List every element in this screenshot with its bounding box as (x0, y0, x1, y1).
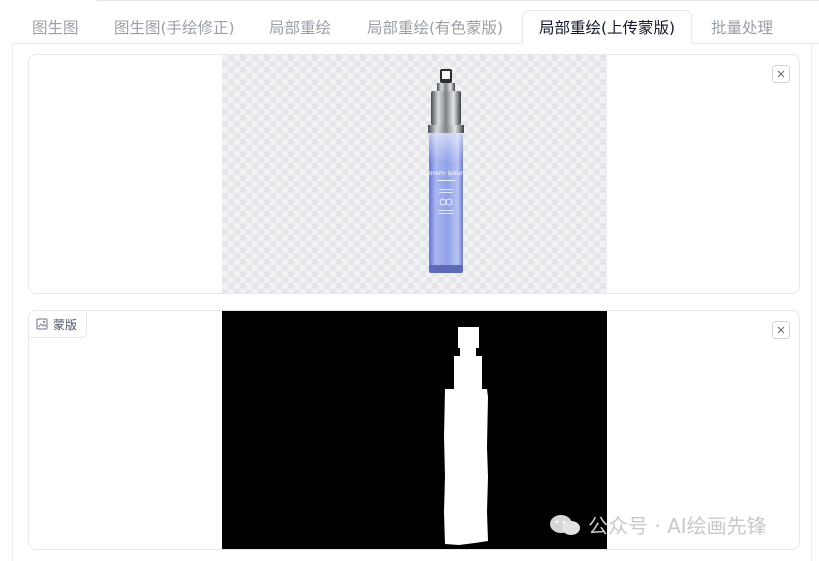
tab-inpaint-color-mask[interactable]: 局部重绘(有色蒙版) (367, 12, 503, 44)
close-icon (777, 70, 785, 78)
mask-silhouette (444, 327, 488, 545)
remove-image-button[interactable] (772, 65, 790, 83)
content-right-border (811, 43, 812, 561)
source-image-panel[interactable]: Lorem ipsum (28, 54, 800, 294)
bottle-label-text: Lorem ipsum (425, 169, 467, 177)
watermark: 公众号 · AI绘画先锋 (548, 510, 767, 539)
tab-img2img-sketch[interactable]: 图生图(手绘修正) (114, 12, 235, 44)
remove-mask-button[interactable] (772, 321, 790, 339)
tab-inpaint[interactable]: 局部重绘 (269, 12, 331, 44)
wechat-icon (550, 514, 580, 535)
content-left-border (12, 43, 13, 561)
mask-label-badge: 蒙版 (29, 311, 88, 338)
mask-badge-label: 蒙版 (53, 317, 78, 332)
tab-img2img[interactable]: 图生图 (32, 12, 79, 44)
product-bottle-image: Lorem ipsum (425, 69, 467, 273)
image-icon (36, 318, 48, 330)
tab-bar: 图生图 图生图(手绘修正) 局部重绘 局部重绘(有色蒙版) 局部重绘(上传蒙版)… (0, 0, 819, 44)
tab-batch[interactable]: 批量处理 (711, 12, 773, 44)
close-icon (777, 326, 785, 334)
tab-inpaint-upload-mask[interactable]: 局部重绘(上传蒙版) (522, 10, 693, 44)
watermark-text: 公众号 · AI绘画先锋 (588, 514, 767, 538)
